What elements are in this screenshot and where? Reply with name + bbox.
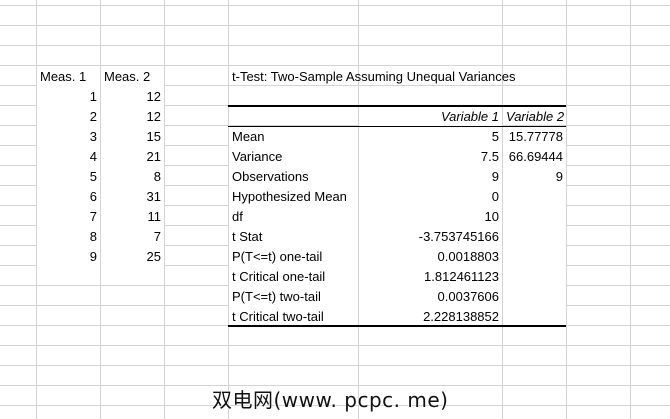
cell-meas-1[interactable]: 8 [37, 226, 100, 246]
stat-value-variable-1[interactable]: 7.5 [359, 146, 502, 166]
stat-value-variable-2[interactable] [503, 186, 566, 206]
stat-value-variable-2[interactable]: 15.77778 [503, 126, 566, 146]
column-divider [164, 0, 165, 419]
stat-value-variable-1[interactable]: 0.0018803 [359, 246, 502, 266]
header-meas-2[interactable]: Meas. 2 [101, 66, 164, 86]
cell-meas-2[interactable]: 11 [101, 206, 164, 226]
cell-meas-2[interactable]: 8 [101, 166, 164, 186]
cell-meas-2[interactable]: 12 [101, 106, 164, 126]
cell-meas-2[interactable]: 7 [101, 226, 164, 246]
cell-meas-1[interactable]: 9 [37, 246, 100, 266]
cell-meas-2[interactable]: 21 [101, 146, 164, 166]
stat-label[interactable]: t Critical two-tail [229, 306, 358, 326]
cell-meas-1[interactable]: 3 [37, 126, 100, 146]
stat-value-variable-2[interactable] [503, 226, 566, 246]
stat-label[interactable]: t Stat [229, 226, 358, 246]
stat-value-variable-2[interactable] [503, 266, 566, 286]
stat-label[interactable]: df [229, 206, 358, 226]
stat-value-variable-1[interactable]: 5 [359, 126, 502, 146]
ttest-title[interactable]: t-Test: Two-Sample Assuming Unequal Vari… [229, 66, 516, 86]
cell-meas-1[interactable]: 2 [37, 106, 100, 126]
stat-value-variable-2[interactable] [503, 246, 566, 266]
stat-value-variable-1[interactable]: 2.228138852 [359, 306, 502, 326]
stat-label[interactable]: Observations [229, 166, 358, 186]
column-header-variable-1[interactable]: Variable 1 [359, 106, 502, 126]
stat-value-variable-1[interactable]: 0 [359, 186, 502, 206]
stat-label[interactable]: P(T<=t) one-tail [229, 246, 358, 266]
stat-label[interactable]: Mean [229, 126, 358, 146]
cell-meas-1[interactable]: 4 [37, 146, 100, 166]
stat-label[interactable]: P(T<=t) two-tail [229, 286, 358, 306]
stat-value-variable-2[interactable] [503, 306, 566, 326]
cell-meas-2[interactable]: 15 [101, 126, 164, 146]
cell-meas-1[interactable]: 7 [37, 206, 100, 226]
stat-label[interactable]: t Critical one-tail [229, 266, 358, 286]
stat-value-variable-1[interactable]: 10 [359, 206, 502, 226]
cell-meas-2[interactable]: 12 [101, 86, 164, 106]
column-divider [630, 0, 631, 419]
table-bottom-border [228, 325, 566, 327]
cell-meas-1[interactable]: 6 [37, 186, 100, 206]
cell-meas-1[interactable]: 1 [37, 86, 100, 106]
stat-value-variable-2[interactable]: 9 [503, 166, 566, 186]
stat-value-variable-2[interactable] [503, 286, 566, 306]
column-divider [566, 0, 567, 419]
stat-value-variable-1[interactable]: -3.753745166 [359, 226, 502, 246]
header-meas-1[interactable]: Meas. 1 [37, 66, 100, 86]
table-top-border [228, 105, 566, 107]
header-bottom-border [228, 126, 566, 127]
cell-meas-2[interactable]: 25 [101, 246, 164, 266]
stat-value-variable-1[interactable]: 1.812461123 [359, 266, 502, 286]
stat-label[interactable]: Variance [229, 146, 358, 166]
watermark: 双电网(www. pcpc. me) [212, 388, 449, 412]
column-header-variable-2[interactable]: Variable 2 [503, 106, 566, 126]
cell-meas-1[interactable]: 5 [37, 166, 100, 186]
stat-value-variable-1[interactable]: 9 [359, 166, 502, 186]
stat-value-variable-1[interactable]: 0.0037606 [359, 286, 502, 306]
stat-label[interactable]: Hypothesized Mean [229, 186, 358, 206]
stat-value-variable-2[interactable]: 66.69444 [503, 146, 566, 166]
stat-value-variable-2[interactable] [503, 206, 566, 226]
cell-meas-2[interactable]: 31 [101, 186, 164, 206]
